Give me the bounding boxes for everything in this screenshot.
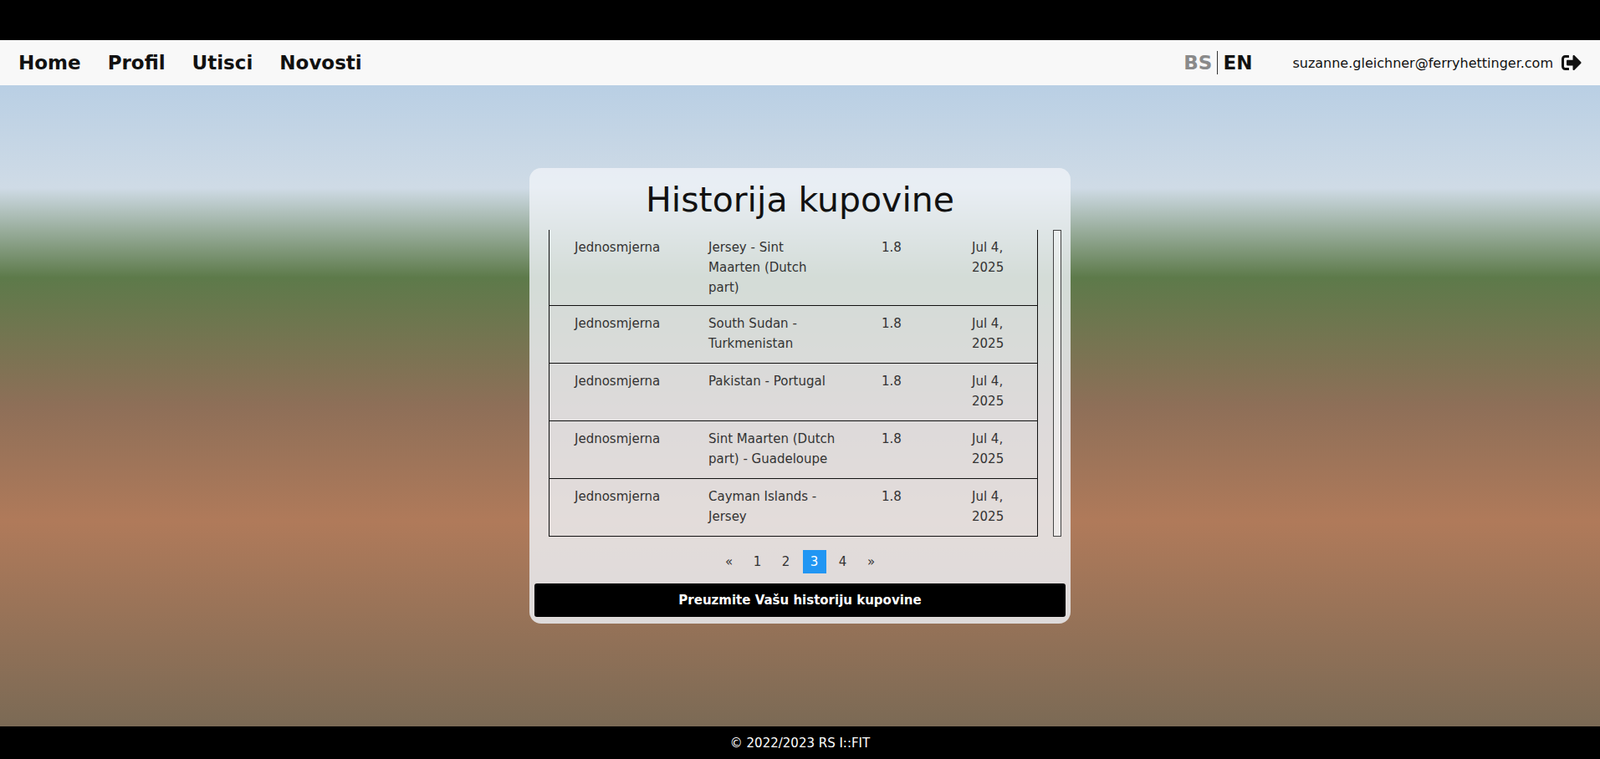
language-option[interactable]: EN: [1217, 51, 1258, 74]
page-link[interactable]: 3: [802, 550, 827, 574]
scrollbar[interactable]: [1053, 230, 1062, 537]
user-email: suzanne.gleichner@ferryhettinger.com: [1292, 55, 1554, 72]
table-row: JednosmjernaSouth Sudan - Turkmenistan1.…: [549, 306, 1038, 364]
page-link[interactable]: 2: [774, 550, 798, 574]
pagination: «1234»: [534, 550, 1066, 574]
next-page[interactable]: »: [859, 550, 884, 574]
history-card: Historija kupovineJednosmjernaJersey - S…: [529, 168, 1071, 624]
navbar: Home Profil Utisci Novosti BSEN suzanne.gleic…: [0, 40, 1600, 86]
table-cell: Jednosmjerna: [549, 486, 709, 529]
background-photo: Historija kupovineJednosmjernaJersey - S…: [0, 85, 1600, 727]
nav-link[interactable]: Home: [18, 51, 82, 74]
language-separator: [1216, 51, 1218, 75]
table-cell: 1.8: [881, 486, 972, 529]
table-cell: 1.8: [881, 237, 972, 298]
nav-link[interactable]: Profil: [107, 51, 166, 74]
table-scroll[interactable]: JednosmjernaJersey - Sint Maarten (Dutch…: [534, 230, 1066, 537]
top-bar: [0, 0, 1600, 41]
logout-icon[interactable]: [1561, 52, 1582, 73]
page-link[interactable]: 4: [831, 550, 855, 574]
nav-link[interactable]: Novosti: [279, 51, 362, 74]
table-row: JednosmjernaPakistan - Portugal1.8Jul 4,…: [549, 363, 1038, 422]
table-cell: Jednosmjerna: [549, 237, 709, 298]
nav-right: BSEN suzanne.gleichner@ferryhettinger.com: [1178, 51, 1582, 75]
table-cell: Jul 4, 2025: [971, 429, 1038, 471]
table-cell: Jul 4, 2025: [971, 313, 1038, 356]
table-row: JednosmjernaSint Maarten (Dutch part) - …: [549, 421, 1038, 480]
table-cell: 1.8: [881, 313, 972, 356]
history-table: JednosmjernaJersey - Sint Maarten (Dutch…: [548, 230, 1038, 537]
nav-link[interactable]: Utisci: [192, 51, 254, 74]
page-link[interactable]: 1: [746, 550, 770, 574]
language-option[interactable]: BS: [1178, 51, 1217, 74]
table-cell: Cayman Islands - Jersey: [708, 486, 882, 529]
table-cell: South Sudan - Turkmenistan: [708, 313, 882, 356]
page: Home Profil Utisci Novosti BSEN suzanne.gleic…: [0, 0, 1600, 759]
prev-page[interactable]: «: [717, 550, 742, 574]
table-cell: 1.8: [881, 371, 972, 414]
table-row: JednosmjernaCayman Islands - Jersey1.8Ju…: [549, 479, 1038, 537]
table-cell: Jednosmjerna: [549, 429, 709, 471]
table-cell: Pakistan - Portugal: [708, 371, 882, 414]
nav-links: Home Profil Utisci Novosti: [18, 51, 363, 74]
table-cell: Jednosmjerna: [549, 313, 709, 356]
table-cell: 1.8: [881, 429, 972, 471]
table-cell: Jul 4, 2025: [971, 371, 1038, 414]
table-cell: Jednosmjerna: [549, 371, 709, 414]
table-cell: Jul 4, 2025: [971, 237, 1038, 298]
card-title: Historija kupovine: [534, 179, 1066, 220]
table-row: JednosmjernaJersey - Sint Maarten (Dutch…: [549, 230, 1038, 307]
footer: © 2022/2023 RS I::FIT: [0, 726, 1600, 759]
table-cell: Jul 4, 2025: [971, 486, 1038, 529]
table-cell: Sint Maarten (Dutch part) - Guadeloupe: [708, 429, 882, 471]
table-cell: Jersey - Sint Maarten (Dutch part): [708, 237, 882, 298]
download-button[interactable]: Preuzmite Vašu historiju kupovine: [534, 583, 1066, 618]
